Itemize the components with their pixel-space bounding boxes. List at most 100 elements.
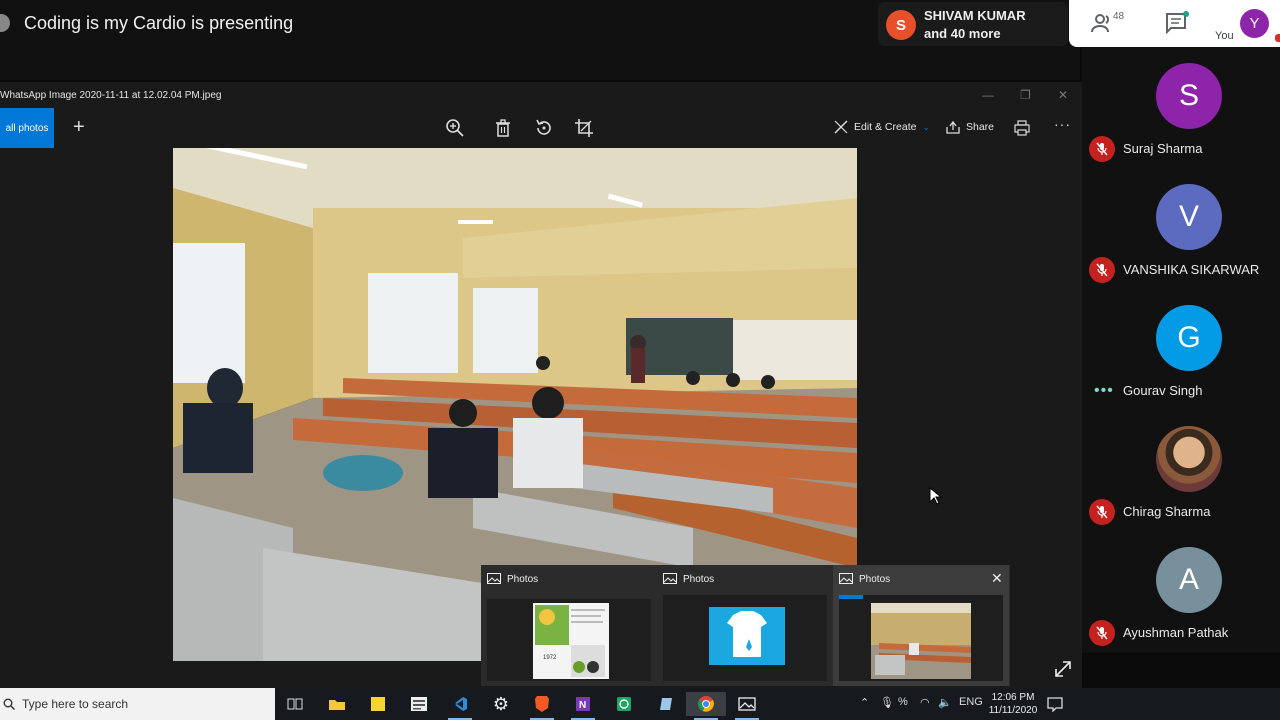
photos-titlebar: WhatsApp Image 2020-11-11 at 12.02.04 PM…	[0, 82, 1082, 106]
brave-button[interactable]	[522, 692, 562, 720]
add-button[interactable]: +	[73, 117, 85, 137]
self-mute-indicator	[1275, 34, 1280, 42]
language-indicator[interactable]: ENG	[959, 696, 983, 708]
mic-off-icon	[1089, 620, 1115, 646]
chevron-up-icon[interactable]: ⌃	[860, 696, 869, 709]
gear-icon: ⚙	[492, 694, 510, 714]
mouse-cursor	[929, 487, 941, 505]
clock-date: 11/11/2020	[988, 705, 1038, 716]
chrome-button[interactable]	[686, 692, 726, 720]
close-icon[interactable]: ✕	[991, 570, 1003, 587]
print-icon[interactable]	[1014, 120, 1030, 136]
onenote-button[interactable]: N	[563, 692, 603, 720]
preview-thumbnail	[839, 595, 1003, 681]
preview-thumbnail	[663, 595, 827, 681]
edit-create-icon	[834, 120, 848, 134]
photos-toolbar: all photos + Edit & Create ⌄ Share ···	[0, 108, 1082, 148]
mic-off-icon	[1089, 499, 1115, 525]
mic-off-icon	[1089, 257, 1115, 283]
participant-tile[interactable]: A Ayushman Pathak	[1082, 531, 1280, 652]
whatsapp-button[interactable]	[604, 692, 644, 716]
control-panel-icon	[411, 697, 427, 711]
preview-photos-3[interactable]: Photos ✕	[833, 565, 1009, 686]
app-icon	[660, 698, 672, 710]
participant-avatar: A	[1156, 547, 1222, 613]
windows-taskbar: Type here to search ⚙ N ⌃ 🎙 % ◠ 🔈 ENG 12…	[0, 688, 1280, 720]
participant-tile[interactable]: G ••• Gourav Singh	[1082, 289, 1280, 410]
photos-icon	[487, 573, 501, 584]
delete-icon[interactable]	[493, 118, 513, 138]
brave-icon	[535, 696, 549, 712]
participant-tile[interactable]: V VANSHIKA SIKARWAR	[1082, 168, 1280, 289]
search-input[interactable]: Type here to search	[22, 697, 128, 711]
edit-create-label: Edit & Create	[854, 121, 917, 133]
active-speaker-card[interactable]: S SHIVAM KUMAR and 40 more	[878, 2, 1068, 46]
share-label: Share	[966, 121, 995, 133]
participant-name: VANSHIKA SIKARWAR	[1123, 262, 1260, 277]
presenter-avatar	[0, 14, 10, 32]
participant-name: Ayushman Pathak	[1123, 625, 1229, 640]
maximize-button[interactable]: ❐	[1020, 88, 1031, 102]
preview-title: Photos	[683, 574, 715, 585]
participant-count: 48	[1113, 11, 1125, 22]
participant-name: Gourav Singh	[1123, 383, 1203, 398]
self-label: You	[1215, 30, 1234, 42]
taskbar-previews: Photos 1972 Photos Photos ✕	[481, 565, 1010, 686]
onenote-icon: N	[576, 697, 590, 711]
volume-icon[interactable]: 🔈	[938, 696, 952, 709]
chat-notification-dot	[1183, 11, 1189, 17]
folder-icon	[329, 700, 345, 710]
preview-photos-1[interactable]: Photos 1972	[481, 565, 657, 686]
speaker-avatar: S	[886, 10, 916, 40]
participant-tile[interactable]: S Suraj Sharma	[1082, 47, 1280, 168]
participant-avatar	[1156, 426, 1222, 492]
thumb-year: 1972	[543, 655, 557, 661]
settings-button[interactable]: ⚙	[481, 692, 521, 716]
task-view-icon	[287, 698, 303, 710]
self-avatar[interactable]: Y	[1240, 9, 1269, 38]
sticky-notes-icon	[371, 697, 385, 711]
preview-thumbnail: 1972	[487, 595, 651, 681]
speaking-indicator-icon: •••	[1094, 382, 1114, 399]
mic-off-icon	[1089, 136, 1115, 162]
file-title: WhatsApp Image 2020-11-11 at 12.02.04 PM…	[0, 90, 222, 101]
speaker-more: and 40 more	[924, 26, 1001, 41]
crop-icon[interactable]	[574, 118, 594, 138]
sticky-notes-button[interactable]	[358, 692, 398, 716]
presenting-title: Coding is my Cardio is presenting	[24, 13, 294, 33]
app-button[interactable]	[645, 692, 685, 716]
participant-name: Suraj Sharma	[1123, 141, 1203, 156]
photos-icon	[839, 573, 853, 584]
meet-tray-icon[interactable]: %	[898, 696, 908, 708]
expand-icon[interactable]	[1054, 660, 1072, 678]
file-explorer-button[interactable]	[317, 692, 357, 716]
close-window-button[interactable]: ✕	[1058, 88, 1068, 102]
minimize-button[interactable]: —	[982, 88, 994, 102]
zoom-icon[interactable]	[445, 118, 465, 138]
whatsapp-icon	[617, 697, 631, 711]
rotate-icon[interactable]	[534, 118, 554, 138]
vscode-button[interactable]	[440, 692, 480, 720]
participant-avatar: S	[1156, 63, 1222, 129]
taskbar-search[interactable]: Type here to search	[0, 688, 275, 720]
settings-app-button[interactable]	[399, 692, 439, 716]
preview-photos-2[interactable]: Photos	[657, 565, 833, 686]
photos-taskbar-button[interactable]	[727, 692, 767, 720]
share-button[interactable]: Share	[946, 120, 994, 134]
edit-create-button[interactable]: Edit & Create ⌄	[834, 120, 930, 134]
clock[interactable]: 12:06 PM 11/11/2020	[986, 691, 1040, 717]
speaker-name: SHIVAM KUMAR	[924, 8, 1026, 23]
meet-controls: 48 Y You	[1069, 0, 1280, 47]
chevron-down-icon: ⌄	[922, 121, 930, 132]
participants-panel: S Suraj Sharma V VANSHIKA SIKARWAR G ••• Goura…	[1082, 47, 1280, 653]
wifi-icon[interactable]: ◠	[920, 696, 930, 709]
notifications-icon[interactable]	[1047, 696, 1063, 712]
preview-title: Photos	[859, 574, 891, 585]
all-photos-button[interactable]: all photos	[0, 108, 54, 148]
microphone-icon[interactable]: 🎙	[880, 696, 894, 709]
participant-tile[interactable]: Chirag Sharma	[1082, 410, 1280, 531]
task-view-button[interactable]	[275, 692, 315, 716]
svg-text:N: N	[579, 700, 586, 711]
photos-icon	[738, 697, 756, 711]
more-options-button[interactable]: ···	[1054, 116, 1071, 132]
